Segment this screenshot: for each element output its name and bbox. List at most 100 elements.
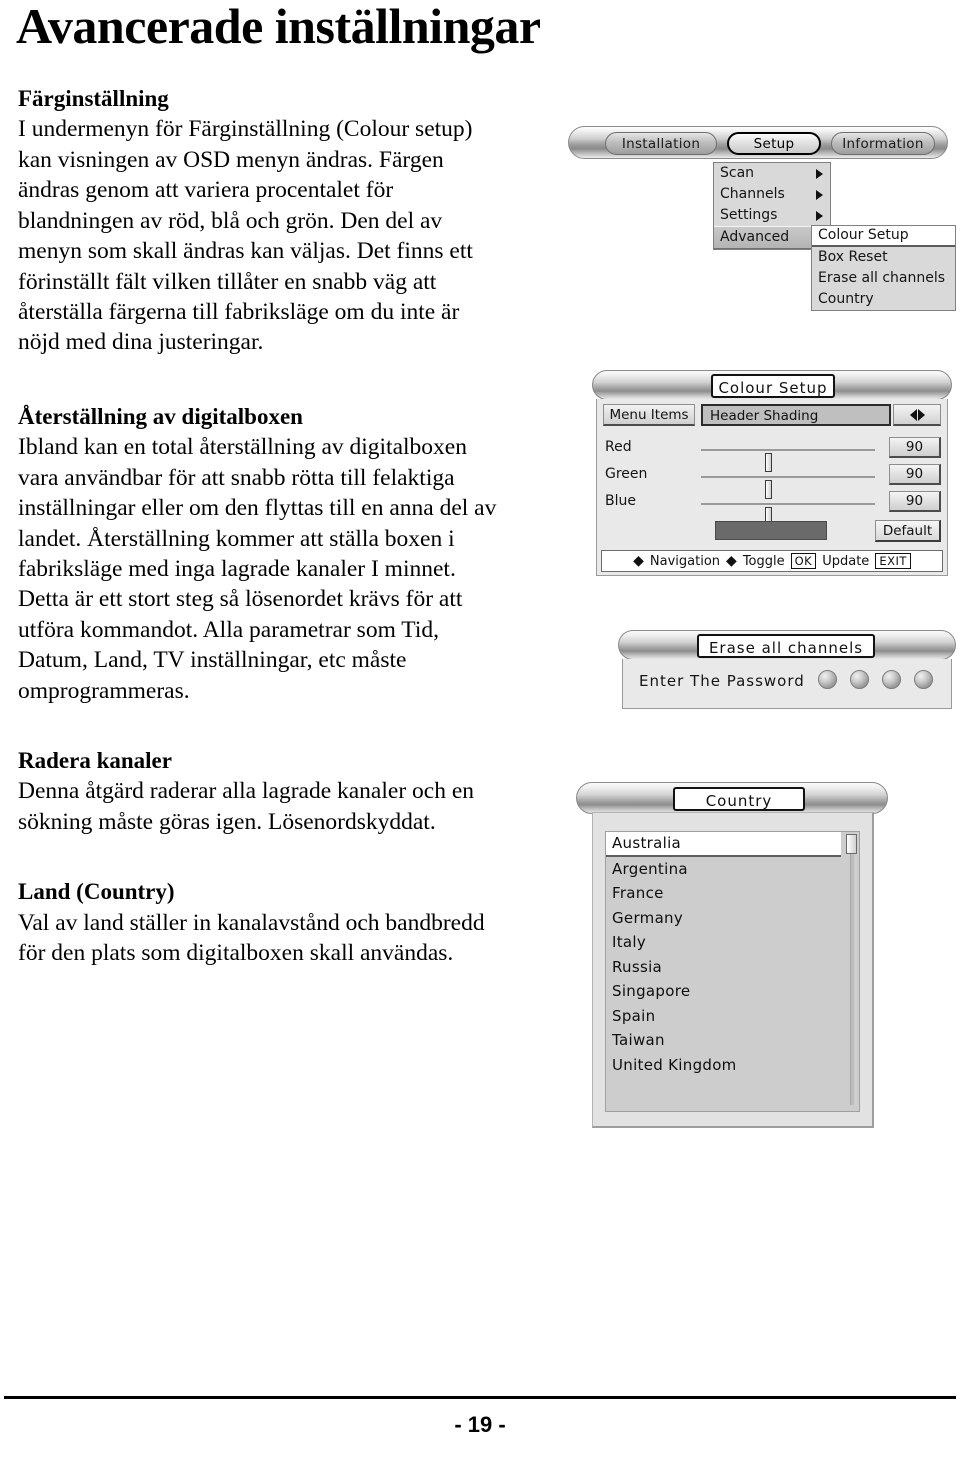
page-title: Avancerade inställningar (16, 0, 541, 54)
tab-installation[interactable]: Installation (605, 132, 717, 155)
figure-colour-setup-panel: Colour Setup Menu Items Header Shading R… (592, 370, 952, 580)
section-heading-aterstallning: Återställning av digitalboxen (18, 403, 303, 429)
country-label: Singapore (612, 982, 691, 1000)
left-right-arrow-icon: ◆ (726, 553, 737, 569)
colour-setup-title: Colour Setup (711, 374, 835, 398)
country-list-scrollbar[interactable] (850, 836, 854, 1105)
page-number: - 19 - (454, 1412, 506, 1437)
slider-row-red: Red 90 (603, 436, 941, 472)
article-text-column: Färginställning I undermenyn för Färgins… (18, 84, 500, 969)
country-label: Spain (612, 1006, 656, 1025)
chevron-right-icon (816, 210, 823, 221)
section-body-land-country: Val av land ställer in kanalavstånd och … (18, 909, 485, 967)
country-label: Russia (612, 957, 663, 976)
figure-erase-all-channels-panel: Erase all channels Enter The Password (618, 630, 956, 712)
menu-item-advanced-label: Advanced (720, 229, 790, 245)
country-label: Australia (612, 834, 682, 852)
country-frame: Australia Argentina France Germany Italy… (592, 812, 874, 1128)
slider-track-red[interactable] (701, 449, 875, 472)
menu-items-label[interactable]: Menu Items (603, 404, 695, 426)
country-list-item-germany[interactable]: Germany (606, 906, 859, 931)
menu-item-settings[interactable]: Settings (714, 205, 830, 226)
slider-value-green[interactable]: 90 (889, 464, 941, 485)
slider-value-blue[interactable]: 90 (889, 491, 941, 512)
menu-item-channels-label: Channels (720, 186, 785, 202)
submenu-item-colour-setup-label: Colour Setup (818, 227, 909, 243)
country-label: France (612, 884, 664, 902)
country-list-item-taiwan[interactable]: Taiwan (606, 1028, 859, 1053)
country-list-item-singapore[interactable]: Singapore (606, 979, 859, 1004)
password-prompt-label: Enter The Password (639, 672, 805, 690)
section-body-aterstallning: Ibland kan en total återställning av dig… (18, 434, 497, 704)
erase-channels-titlebar: Erase all channels (618, 630, 956, 660)
tab-setup[interactable]: Setup (727, 132, 821, 155)
tab-setup-label: Setup (753, 136, 795, 152)
country-titlebar: Country (576, 782, 888, 814)
menu-item-scan-label: Scan (720, 165, 755, 181)
colour-setup-body: Menu Items Header Shading Red 90 Green 9… (596, 399, 948, 576)
colour-setup-navbar: ◆ Navigation ◆ Toggle OK Update EXIT (601, 550, 943, 572)
menu-items-value-field[interactable]: Header Shading (701, 404, 891, 426)
country-list-item-italy[interactable]: Italy (606, 930, 859, 955)
menu-level-2: Colour Setup Box Reset Erase all channel… (811, 225, 956, 311)
slider-label-green: Green (605, 466, 648, 482)
country-list-item-russia[interactable]: Russia (606, 955, 859, 980)
country-list[interactable]: Australia Argentina France Germany Italy… (605, 831, 860, 1112)
submenu-item-erase-all-channels[interactable]: Erase all channels (812, 268, 955, 289)
tab-installation-label: Installation (621, 136, 701, 152)
figure-osd-menu-tree: Installation Setup Information Scan Chan… (568, 126, 956, 318)
submenu-item-box-reset-label: Box Reset (818, 249, 888, 265)
menu-item-channels[interactable]: Channels (714, 184, 830, 205)
default-button[interactable]: Default (875, 520, 941, 542)
slider-value-red[interactable]: 90 (889, 437, 941, 458)
slider-track-blue[interactable] (701, 503, 875, 526)
country-list-item-australia[interactable]: Australia (606, 832, 841, 857)
menu-item-scan[interactable]: Scan (714, 163, 830, 184)
section-heading-fargeinstallning: Färginställning (18, 86, 169, 111)
menu-item-settings-label: Settings (720, 207, 778, 223)
slider-track-green[interactable] (701, 476, 875, 499)
preview-and-default-row: Default (603, 520, 941, 546)
section-body-fargeinstallning: I undermenyn för Färginställning (Colour… (18, 116, 473, 356)
tab-information[interactable]: Information (831, 132, 935, 155)
country-list-scrollbar-thumb[interactable] (846, 834, 857, 854)
country-label: Italy (612, 933, 647, 951)
footer-divider (4, 1396, 956, 1399)
submenu-item-country[interactable]: Country (812, 289, 955, 310)
password-dot[interactable] (850, 670, 869, 689)
slider-label-blue: Blue (605, 493, 636, 509)
password-dot[interactable] (818, 670, 837, 689)
slider-label-red: Red (605, 439, 632, 455)
erase-channels-title: Erase all channels (697, 634, 875, 658)
submenu-item-colour-setup[interactable]: Colour Setup (812, 226, 955, 247)
slider-row-blue: Blue 90 (603, 490, 941, 526)
password-dot[interactable] (882, 670, 901, 689)
navbar-navigation-label: Navigation (649, 553, 721, 569)
submenu-item-erase-all-channels-label: Erase all channels (818, 270, 946, 286)
figure-country-panel: Country Australia Argentina France Germa… (576, 782, 888, 1130)
section-body-radera-kanaler: Denna åtgärd raderar alla lagrade kanale… (18, 778, 475, 835)
submenu-item-box-reset[interactable]: Box Reset (812, 247, 955, 268)
arrow-right-icon (917, 408, 925, 421)
country-label: Taiwan (612, 1031, 665, 1049)
country-list-item-france[interactable]: France (606, 881, 859, 906)
password-entry-field[interactable] (818, 670, 933, 689)
up-down-arrow-icon: ◆ (633, 553, 644, 569)
password-dot[interactable] (914, 670, 933, 689)
country-list-item-argentina[interactable]: Argentina (606, 857, 859, 882)
osd-tab-bar: Installation Setup Information (568, 126, 948, 159)
country-title: Country (673, 787, 805, 811)
navbar-update-label: Update (822, 553, 870, 569)
colour-preview-swatch (715, 521, 827, 540)
menu-items-toggle-button[interactable] (893, 404, 941, 426)
erase-channels-body: Enter The Password (622, 659, 952, 709)
chevron-right-icon (816, 189, 823, 200)
colour-setup-titlebar: Colour Setup (592, 370, 952, 400)
slider-row-green: Green 90 (603, 463, 941, 499)
key-exit-icon: EXIT (875, 553, 911, 569)
country-label: United Kingdom (612, 1055, 737, 1074)
country-list-item-united-kingdom[interactable]: United Kingdom (606, 1053, 859, 1078)
country-list-item-spain[interactable]: Spain (606, 1004, 859, 1029)
